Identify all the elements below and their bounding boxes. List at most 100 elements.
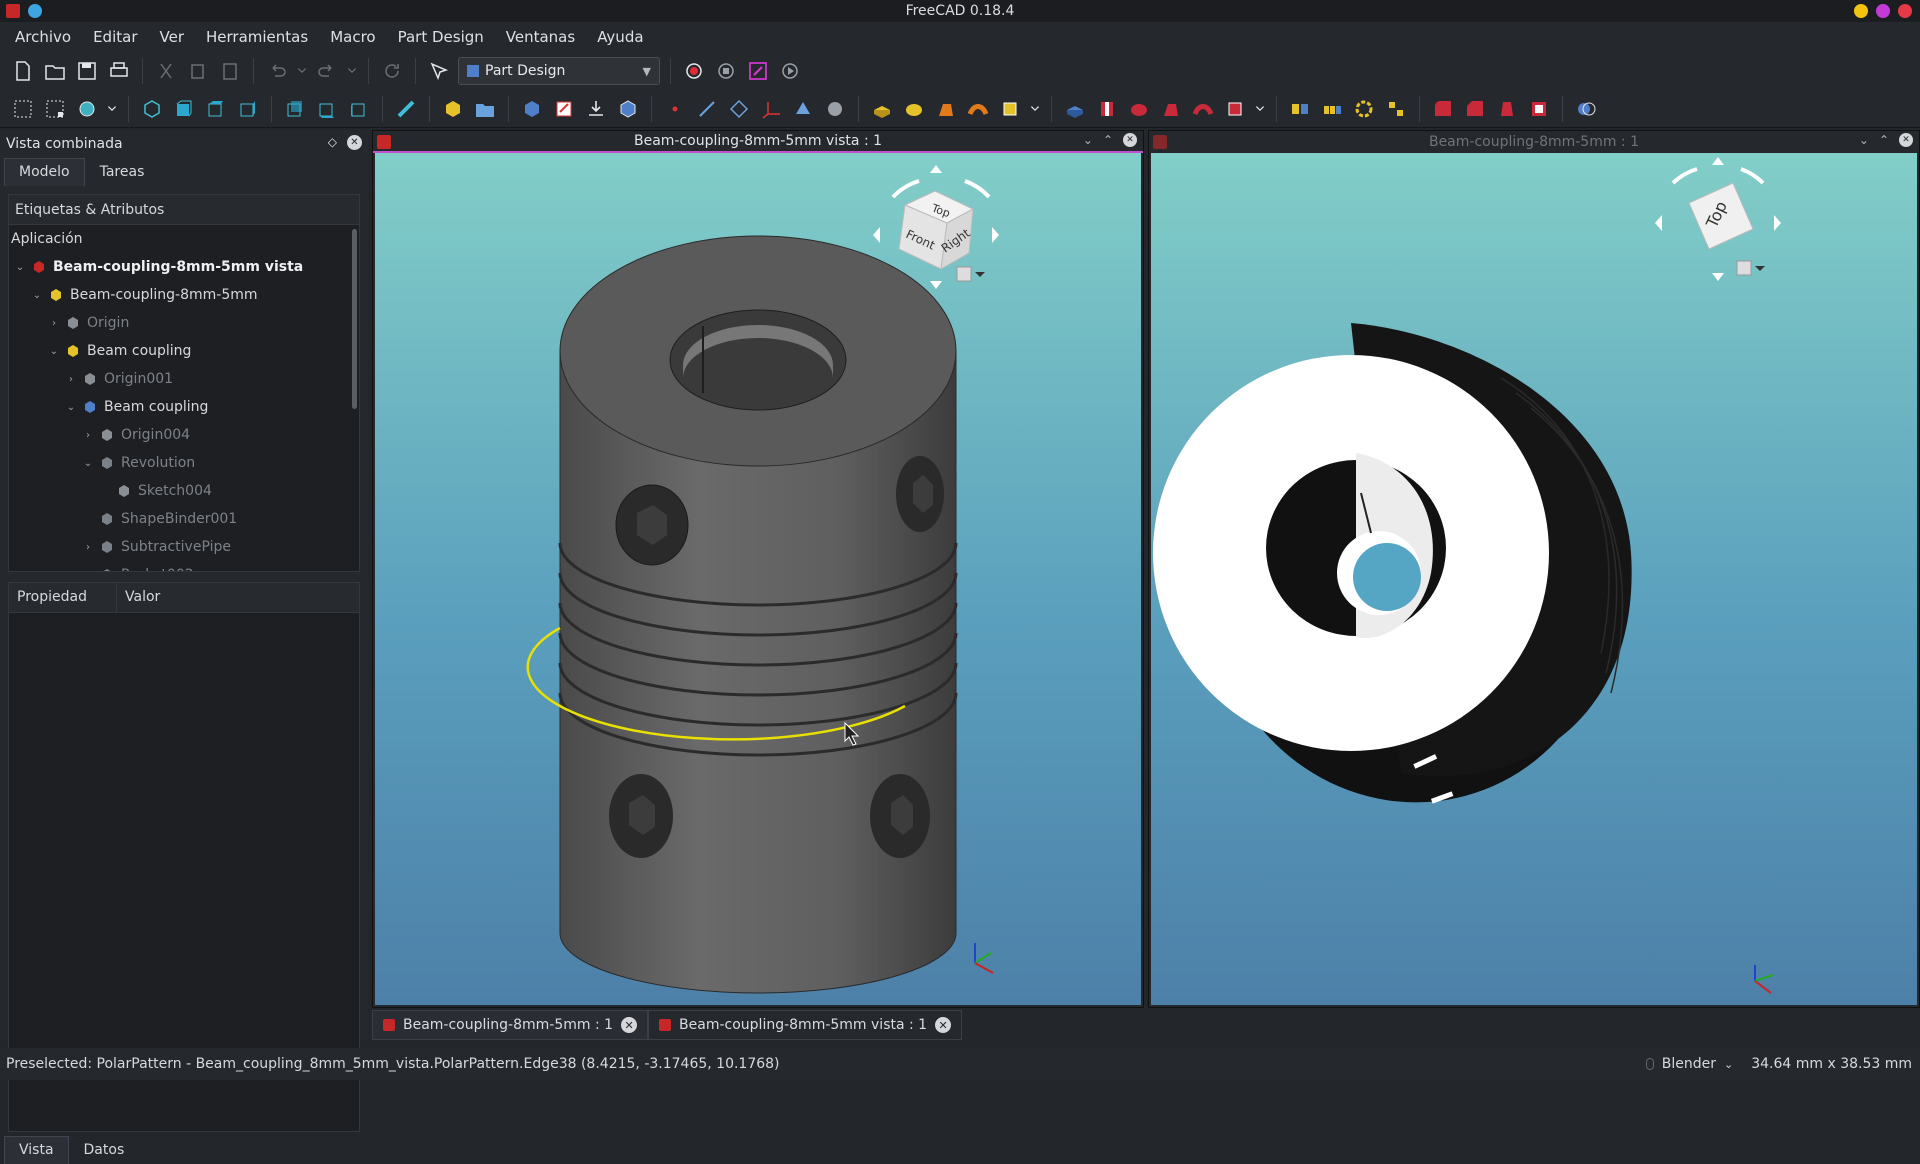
3d-canvas[interactable]: Top Front Right	[375, 153, 1141, 1005]
tree-item[interactable]: ⌄ Beam coupling	[9, 337, 359, 365]
nav-right-arrow-icon[interactable]	[992, 227, 999, 243]
chevron-right-icon[interactable]: ›	[81, 542, 95, 553]
coupling-model[interactable]: Top Front Right	[375, 153, 1141, 1005]
tree-item[interactable]: › Origin001	[9, 365, 359, 393]
stop-macro-icon[interactable]	[713, 58, 739, 84]
datum-point-icon[interactable]	[662, 96, 688, 122]
copy-icon[interactable]	[185, 58, 211, 84]
tab-tareas[interactable]: Tareas	[85, 158, 160, 186]
nav-up-arrow-icon[interactable]	[1712, 157, 1724, 165]
property-column-header[interactable]: Propiedad	[9, 583, 117, 612]
chevron-up-icon[interactable]: ⌃	[1103, 133, 1113, 147]
shape-binder-clone-icon[interactable]	[790, 96, 816, 122]
boolean-icon[interactable]	[1573, 96, 1599, 122]
view-front-icon[interactable]	[171, 96, 197, 122]
chevron-down-icon[interactable]	[106, 96, 118, 122]
edit-macro-icon[interactable]	[745, 58, 771, 84]
navigation-style-selector[interactable]: Blender ⌄	[1645, 1056, 1733, 1072]
chevron-down-icon[interactable]	[1755, 266, 1765, 271]
tab-modelo[interactable]: Modelo	[4, 158, 85, 186]
chamfer-icon[interactable]	[1462, 96, 1488, 122]
datum-plane-icon[interactable]	[726, 96, 752, 122]
close-panel-icon[interactable]: ✕	[347, 135, 362, 150]
tree-item[interactable]: Aplicación	[9, 225, 359, 253]
nav-left-arrow-icon[interactable]	[1655, 215, 1662, 231]
view-isometric-icon[interactable]	[139, 96, 165, 122]
tab-datos[interactable]: Datos	[69, 1136, 140, 1164]
datum-line-icon[interactable]	[694, 96, 720, 122]
chevron-down-icon[interactable]: ⌄	[1083, 133, 1093, 147]
coupling-model-top[interactable]: Top	[1151, 153, 1917, 1005]
menu-ventanas[interactable]: Ventanas	[495, 28, 586, 46]
additive-primitive-icon[interactable]	[997, 96, 1023, 122]
mirrored-icon[interactable]	[1287, 96, 1313, 122]
pin-icon[interactable]	[28, 4, 42, 18]
tree-item[interactable]: › SubtractivePipe	[9, 533, 359, 561]
tree-item[interactable]: ⌄ Beam-coupling-8mm-5mm	[9, 281, 359, 309]
create-body-icon[interactable]	[519, 96, 545, 122]
tree-item[interactable]: › Origin004	[9, 421, 359, 449]
chevron-down-icon[interactable]	[346, 58, 358, 84]
float-panel-icon[interactable]: ◇	[328, 135, 337, 150]
chevron-down-icon[interactable]: ⌄	[13, 262, 27, 273]
tree-scrollbar[interactable]	[352, 229, 357, 409]
3d-canvas[interactable]: Top	[1151, 153, 1917, 1005]
box-element-select-icon[interactable]	[42, 96, 68, 122]
subtractive-primitive-icon[interactable]	[1222, 96, 1248, 122]
close-view-icon[interactable]: ✕	[1899, 133, 1913, 147]
pad-icon[interactable]	[869, 96, 895, 122]
create-sketch-icon[interactable]	[551, 96, 577, 122]
chevron-down-icon[interactable]: ⌄	[30, 290, 44, 301]
subtractive-pipe-icon[interactable]	[1190, 96, 1216, 122]
whats-this-icon[interactable]	[426, 58, 452, 84]
menu-herramientas[interactable]: Herramientas	[195, 28, 319, 46]
menu-ver[interactable]: Ver	[149, 28, 196, 46]
hole-icon[interactable]	[1094, 96, 1120, 122]
menu-part-design[interactable]: Part Design	[387, 28, 495, 46]
menu-macro[interactable]: Macro	[319, 28, 386, 46]
view-menu-cube-icon[interactable]	[956, 266, 972, 282]
multitransform-icon[interactable]	[1383, 96, 1409, 122]
view-top-icon[interactable]	[203, 96, 229, 122]
nav-down-arrow-icon[interactable]	[1712, 273, 1724, 281]
tree-item[interactable]: › Pocket002	[9, 561, 359, 572]
revolution-icon[interactable]	[901, 96, 927, 122]
nav-down-arrow-icon[interactable]	[930, 281, 942, 289]
shape-binder-icon[interactable]	[615, 96, 641, 122]
menu-ayuda[interactable]: Ayuda	[586, 28, 654, 46]
chevron-right-icon[interactable]: ›	[81, 430, 95, 441]
thickness-icon[interactable]	[1526, 96, 1552, 122]
draft-icon[interactable]	[1494, 96, 1520, 122]
tab-vista[interactable]: Vista	[4, 1136, 69, 1164]
create-group-icon[interactable]	[472, 96, 498, 122]
draw-style-icon[interactable]	[74, 96, 100, 122]
nav-up-arrow-icon[interactable]	[930, 165, 942, 173]
undo-icon[interactable]	[264, 58, 290, 84]
view-bottom-icon[interactable]	[314, 96, 340, 122]
nav-left-arrow-icon[interactable]	[873, 227, 880, 243]
tree-item[interactable]: ⌄ Revolution	[9, 449, 359, 477]
open-folder-icon[interactable]	[42, 58, 68, 84]
box-select-icon[interactable]	[10, 96, 36, 122]
tree-item[interactable]: Sketch004	[9, 477, 359, 505]
nav-right-arrow-icon[interactable]	[1774, 215, 1781, 231]
redo-icon[interactable]	[314, 58, 340, 84]
chevron-down-icon[interactable]	[975, 272, 985, 277]
additive-pipe-icon[interactable]	[965, 96, 991, 122]
workbench-selector[interactable]: Part Design ▼	[458, 57, 660, 85]
new-file-icon[interactable]	[10, 58, 36, 84]
chevron-down-icon[interactable]: ⌄	[64, 402, 78, 413]
value-column-header[interactable]: Valor	[117, 583, 359, 612]
tree-item[interactable]: ⌄ Beam coupling	[9, 393, 359, 421]
clone-icon[interactable]	[822, 96, 848, 122]
pocket-icon[interactable]	[1062, 96, 1088, 122]
polar-pattern-icon[interactable]	[1351, 96, 1377, 122]
additive-loft-icon[interactable]	[933, 96, 959, 122]
chevron-down-icon[interactable]	[1254, 96, 1266, 122]
subtractive-loft-icon[interactable]	[1158, 96, 1184, 122]
tree-item[interactable]: ⌄ Beam-coupling-8mm-5mm vista	[9, 253, 359, 281]
minimize-button[interactable]	[1854, 4, 1868, 18]
record-macro-icon[interactable]	[681, 58, 707, 84]
paste-icon[interactable]	[217, 58, 243, 84]
chevron-right-icon[interactable]: ›	[81, 570, 95, 572]
